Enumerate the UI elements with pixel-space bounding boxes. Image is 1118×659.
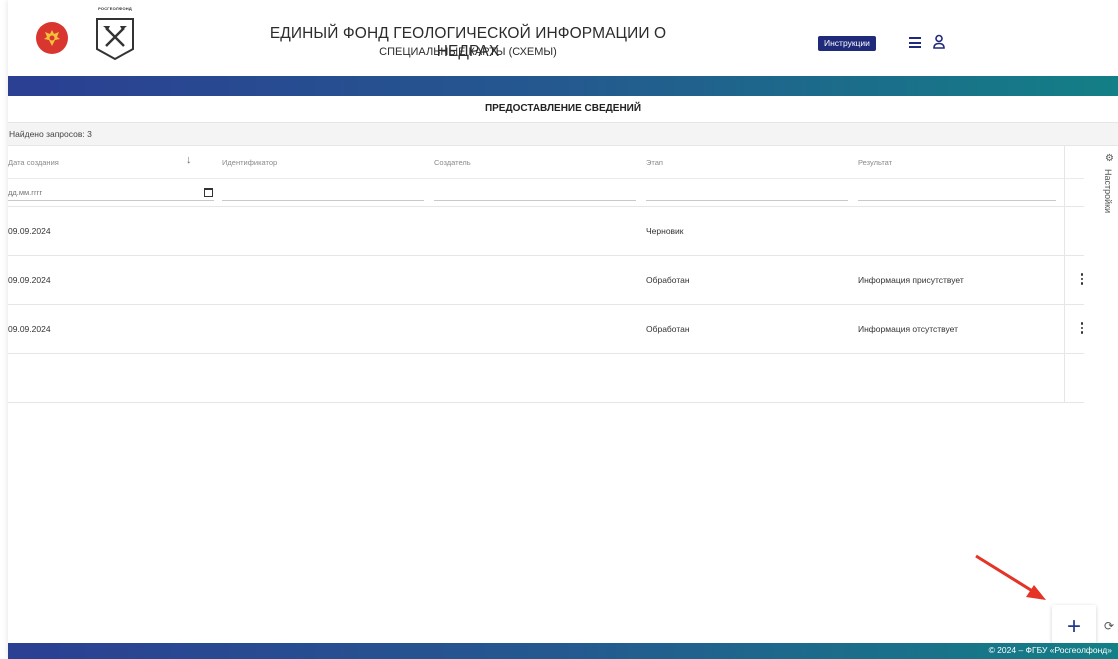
cell-result: Информация присутствует — [858, 275, 964, 285]
eagle-icon — [44, 30, 60, 46]
result-filter-input[interactable] — [858, 184, 1056, 201]
sort-down-arrow-icon[interactable]: ↓ — [186, 154, 192, 166]
hamburger-menu-icon[interactable] — [909, 37, 921, 48]
user-icon[interactable] — [932, 34, 946, 50]
calendar-icon[interactable] — [204, 188, 213, 197]
page-subtitle: СПЕЦИАЛЬНЫЕ КАРТЫ (СХЕМЫ) — [379, 46, 557, 58]
cell-date: 09.09.2024 — [8, 275, 51, 285]
table-row[interactable]: 09.09.2024 Обработан Информация присутст… — [8, 255, 1084, 305]
gear-icon: ⚙ — [1105, 153, 1114, 164]
date-filter-input[interactable] — [8, 184, 214, 201]
actions-column-divider — [1064, 146, 1065, 402]
filter-row — [8, 178, 1084, 207]
found-count: Найдено запросов: 3 — [8, 123, 1118, 146]
cell-stage: Обработан — [646, 324, 690, 334]
column-result[interactable]: Результат — [858, 158, 892, 167]
row-actions-kebab-icon[interactable] — [1080, 273, 1084, 287]
identifier-filter-input[interactable] — [222, 184, 424, 201]
column-creator[interactable]: Создатель — [434, 158, 471, 167]
section-title: ПРЕДОСТАВЛЕНИЕ СВЕДЕНИЙ — [8, 96, 1118, 123]
instructions-button[interactable]: Инструкции — [818, 36, 876, 51]
plus-icon: + — [1066, 613, 1081, 640]
cell-stage: Обработан — [646, 275, 690, 285]
cell-result: Информация отсутствует — [858, 324, 959, 334]
table-row[interactable]: 09.09.2024 Черновик — [8, 206, 1084, 256]
hammers-icon — [96, 18, 134, 61]
table-row-empty — [8, 353, 1084, 403]
state-emblem-logo — [36, 22, 68, 54]
table-header: Дата создания ↓ Идентификатор Создатель … — [8, 146, 1084, 179]
logo-caption: РОСГЕОЛФОНД — [98, 6, 132, 11]
stage-filter-input[interactable] — [646, 184, 848, 201]
settings-side-tab[interactable]: ⚙ Настройки — [1101, 153, 1118, 233]
header-gradient-band — [8, 76, 1118, 96]
header: РОСГЕОЛФОНД ЕДИНЫЙ ФОНД ГЕОЛОГИЧЕСКОЙ ИН… — [8, 0, 1118, 76]
refresh-icon[interactable]: ⟳ — [1104, 619, 1114, 633]
row-actions-kebab-icon[interactable] — [1080, 322, 1084, 336]
rosgeolfond-logo: РОСГЕОЛФОНД — [90, 6, 140, 62]
table-row[interactable]: 09.09.2024 Обработан Информация отсутств… — [8, 304, 1084, 354]
cell-date: 09.09.2024 — [8, 226, 51, 236]
footer: © 2024 – ФГБУ «Росгеолфонд» — [8, 643, 1118, 659]
footer-copyright: © 2024 – ФГБУ «Росгеолфонд» — [988, 645, 1112, 655]
column-stage[interactable]: Этап — [646, 158, 663, 167]
column-identifier[interactable]: Идентификатор — [222, 158, 277, 167]
creator-filter-input[interactable] — [434, 184, 636, 201]
cell-date: 09.09.2024 — [8, 324, 51, 334]
column-date[interactable]: Дата создания — [8, 158, 59, 167]
settings-label: Настройки — [1103, 169, 1113, 214]
cell-stage: Черновик — [646, 226, 684, 236]
